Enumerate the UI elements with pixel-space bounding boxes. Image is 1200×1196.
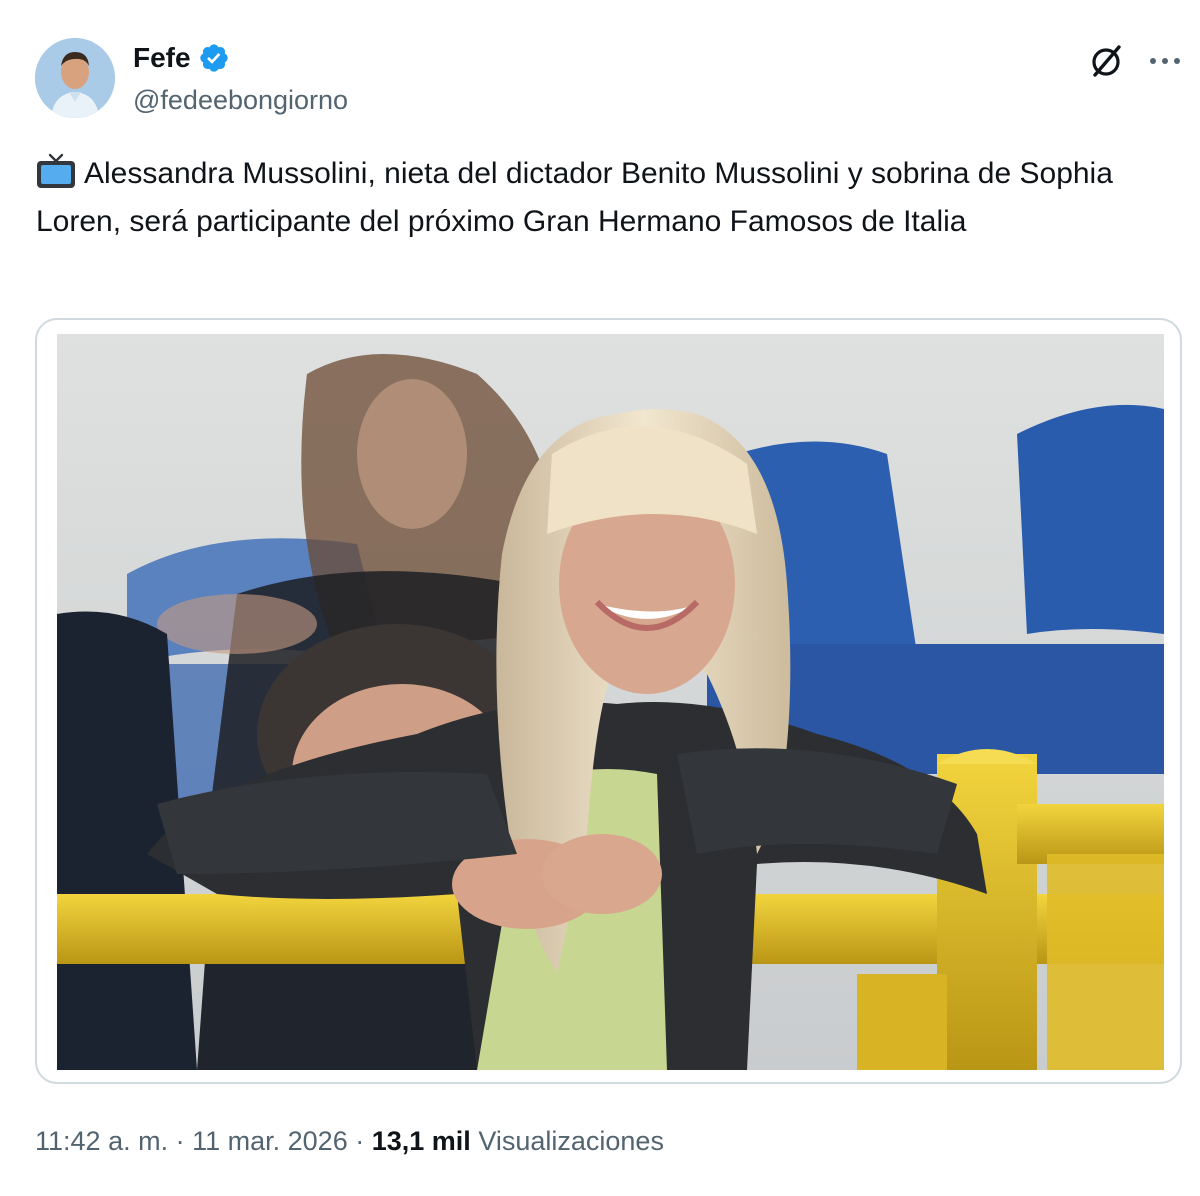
author-display-name[interactable]: Fefe	[133, 40, 191, 76]
grok-icon[interactable]	[1088, 43, 1124, 79]
tweet-text: Alessandra Mussolini, nieta del dictador…	[36, 150, 1176, 246]
tweet-time[interactable]: 11:42 a. m.	[35, 1126, 168, 1156]
meta-separator: ·	[355, 1126, 365, 1156]
meta-separator: ·	[175, 1126, 185, 1156]
photo-of-blonde-woman-in-stadium-icon[interactable]	[57, 334, 1164, 1070]
views-label: Visualizaciones	[478, 1126, 664, 1156]
television-icon	[36, 153, 76, 189]
tweet: Fefe @fedeebongiorno Alessandra Mussolin…	[0, 0, 1200, 1196]
verified-badge-icon[interactable]	[198, 42, 230, 74]
tweet-body: Alessandra Mussolini, nieta del dictador…	[36, 157, 1113, 238]
tweet-meta: 11:42 a. m. · 11 mar. 2026 · 13,1 mil Vi…	[35, 1122, 664, 1160]
person-avatar-icon	[35, 38, 115, 118]
author-handle[interactable]: @fedeebongiorno	[133, 82, 348, 118]
tweet-date[interactable]: 11 mar. 2026	[192, 1126, 348, 1156]
more-options-icon[interactable]	[1148, 46, 1182, 76]
avatar[interactable]	[35, 38, 115, 118]
views-count: 13,1 mil	[371, 1126, 471, 1156]
media-card[interactable]	[35, 318, 1182, 1084]
author-name-row: Fefe	[133, 40, 230, 76]
